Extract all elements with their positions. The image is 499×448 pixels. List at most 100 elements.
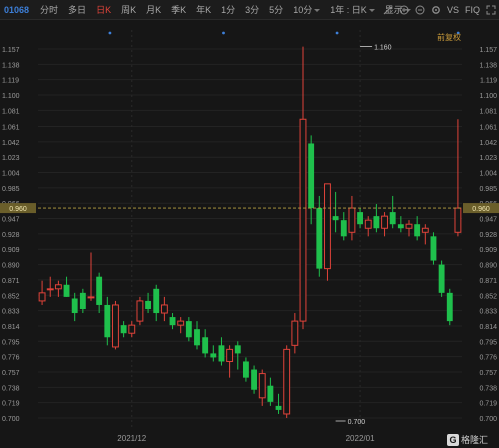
y-axis-tick-left: 1.138	[2, 62, 20, 69]
candle-body	[324, 183, 331, 270]
y-axis-tick-right: 0.700	[479, 416, 497, 423]
event-marker-dot	[108, 31, 112, 35]
y-axis-tick-left: 0.814	[2, 324, 20, 331]
candle-body	[153, 288, 160, 314]
chevron-down-icon	[368, 8, 375, 12]
adjust-label: 前复权	[437, 32, 461, 42]
y-axis-tick-right: 0.738	[479, 385, 497, 392]
candle-body	[104, 304, 111, 338]
y-axis-tick-right: 0.852	[479, 293, 497, 300]
y-axis-tick-left: 0.985	[2, 186, 20, 193]
fullscreen-icon[interactable]	[483, 0, 499, 20]
settings-icon[interactable]	[428, 0, 444, 20]
y-axis-tick-right: 1.157	[479, 47, 497, 54]
tab-yearly-k[interactable]: 年K	[191, 0, 216, 20]
tab-daily-k[interactable]: 日K	[91, 0, 116, 20]
candle-body	[218, 345, 225, 362]
compare-vs-button[interactable]: VS	[444, 5, 462, 15]
watermark-badge: G 格隆汇	[447, 431, 499, 448]
y-axis-tick-left: 1.023	[2, 155, 20, 162]
low-annotation: 0.700	[348, 419, 366, 426]
candle-body	[283, 348, 291, 415]
tab-10min[interactable]: 10分	[288, 0, 325, 20]
y-axis-tick-left: 1.081	[2, 108, 20, 115]
candle-body	[160, 304, 168, 314]
period-dropdown[interactable]: 1年 : 日K	[325, 0, 380, 20]
candle-body	[234, 345, 241, 354]
candle-body	[340, 220, 347, 237]
y-axis-tick-right: 1.004	[479, 171, 497, 178]
candle-body	[46, 288, 54, 291]
candle-body	[364, 219, 372, 229]
candle-body	[357, 212, 364, 225]
y-axis-tick-left: 1.042	[2, 140, 20, 147]
tab-weekly-k[interactable]: 周K	[116, 0, 141, 20]
y-axis-tick-left: 0.719	[2, 401, 20, 408]
y-axis-tick-left: 0.909	[2, 247, 20, 254]
y-axis-tick-right: 1.138	[479, 62, 497, 69]
y-axis-tick-right: 1.100	[479, 93, 497, 100]
y-axis-tick-left: 0.776	[2, 355, 20, 362]
candle-body	[430, 236, 437, 261]
y-axis-tick-left: 0.700	[2, 416, 20, 423]
zoom-in-icon[interactable]	[396, 0, 412, 20]
y-axis-tick-left: 1.100	[2, 93, 20, 100]
adjust-fq-button[interactable]: FIQ	[462, 5, 483, 15]
candle-body	[54, 284, 62, 290]
y-axis-tick-right: 1.042	[479, 140, 497, 147]
y-axis-tick-left: 0.757	[2, 370, 20, 377]
y-axis-tick-left: 0.738	[2, 385, 20, 392]
y-axis-tick-left: 0.795	[2, 339, 20, 346]
candle-body	[96, 276, 103, 305]
candle-body	[202, 337, 209, 354]
tab-1min[interactable]: 1分	[216, 0, 240, 20]
candle-body	[169, 317, 176, 326]
y-axis-tick-left: 0.833	[2, 309, 20, 316]
high-annotation: 1.160	[374, 45, 392, 52]
candle-body	[242, 361, 249, 378]
draw-tool-icon[interactable]	[380, 0, 396, 20]
event-marker-dot	[335, 31, 339, 35]
y-axis-tick-right: 1.081	[479, 108, 497, 115]
candle-body	[87, 296, 95, 299]
y-axis-tick-right: 1.119	[480, 78, 497, 85]
y-axis-tick-left: 0.947	[2, 217, 20, 224]
candle-body	[177, 320, 185, 326]
y-axis-tick-left: 0.890	[2, 263, 20, 270]
zoom-out-icon[interactable]	[412, 0, 428, 20]
y-axis-tick-right: 0.795	[479, 339, 497, 346]
candle-body	[194, 329, 200, 346]
candle-body	[446, 292, 453, 322]
tab-5min[interactable]: 5分	[264, 0, 288, 20]
candle-body	[120, 325, 127, 334]
candle-body	[308, 143, 315, 209]
candle-body	[454, 207, 462, 233]
x-axis-label: 2021/12	[117, 434, 146, 443]
candle-body	[258, 373, 266, 399]
current-price-tag-right: 0.960	[472, 206, 490, 213]
tab-multi-day[interactable]: 多日	[63, 0, 91, 20]
y-axis-tick-right: 0.871	[479, 278, 497, 285]
candle-body	[210, 353, 217, 358]
tab-quarterly-k[interactable]: 季K	[166, 0, 191, 20]
candle-body	[405, 223, 413, 229]
candle-body	[299, 118, 307, 322]
event-marker-dot	[222, 31, 225, 35]
y-axis-tick-right: 1.061	[479, 125, 497, 132]
y-axis-tick-right: 0.814	[479, 324, 497, 331]
tab-intraday[interactable]: 分时	[35, 0, 63, 20]
candle-body	[128, 324, 136, 334]
chevron-down-icon	[314, 8, 321, 12]
tab-monthly-k[interactable]: 月K	[141, 0, 166, 20]
y-axis-tick-left: 0.928	[2, 232, 20, 239]
candlestick-chart[interactable]: 1.157 1.157 1.138 1.138 1.119 1.119 1.100 1.100…	[0, 21, 499, 448]
tab-3min[interactable]: 3分	[240, 0, 264, 20]
candle-body	[348, 207, 356, 233]
candle-body	[332, 216, 339, 221]
y-axis-tick-right: 1.023	[479, 155, 497, 162]
y-axis-tick-left: 1.061	[2, 125, 20, 132]
candle-body	[63, 284, 70, 297]
y-axis-tick-left: 1.119	[2, 78, 19, 85]
candle-body	[185, 321, 192, 338]
brand-name: 格隆汇	[461, 435, 489, 445]
